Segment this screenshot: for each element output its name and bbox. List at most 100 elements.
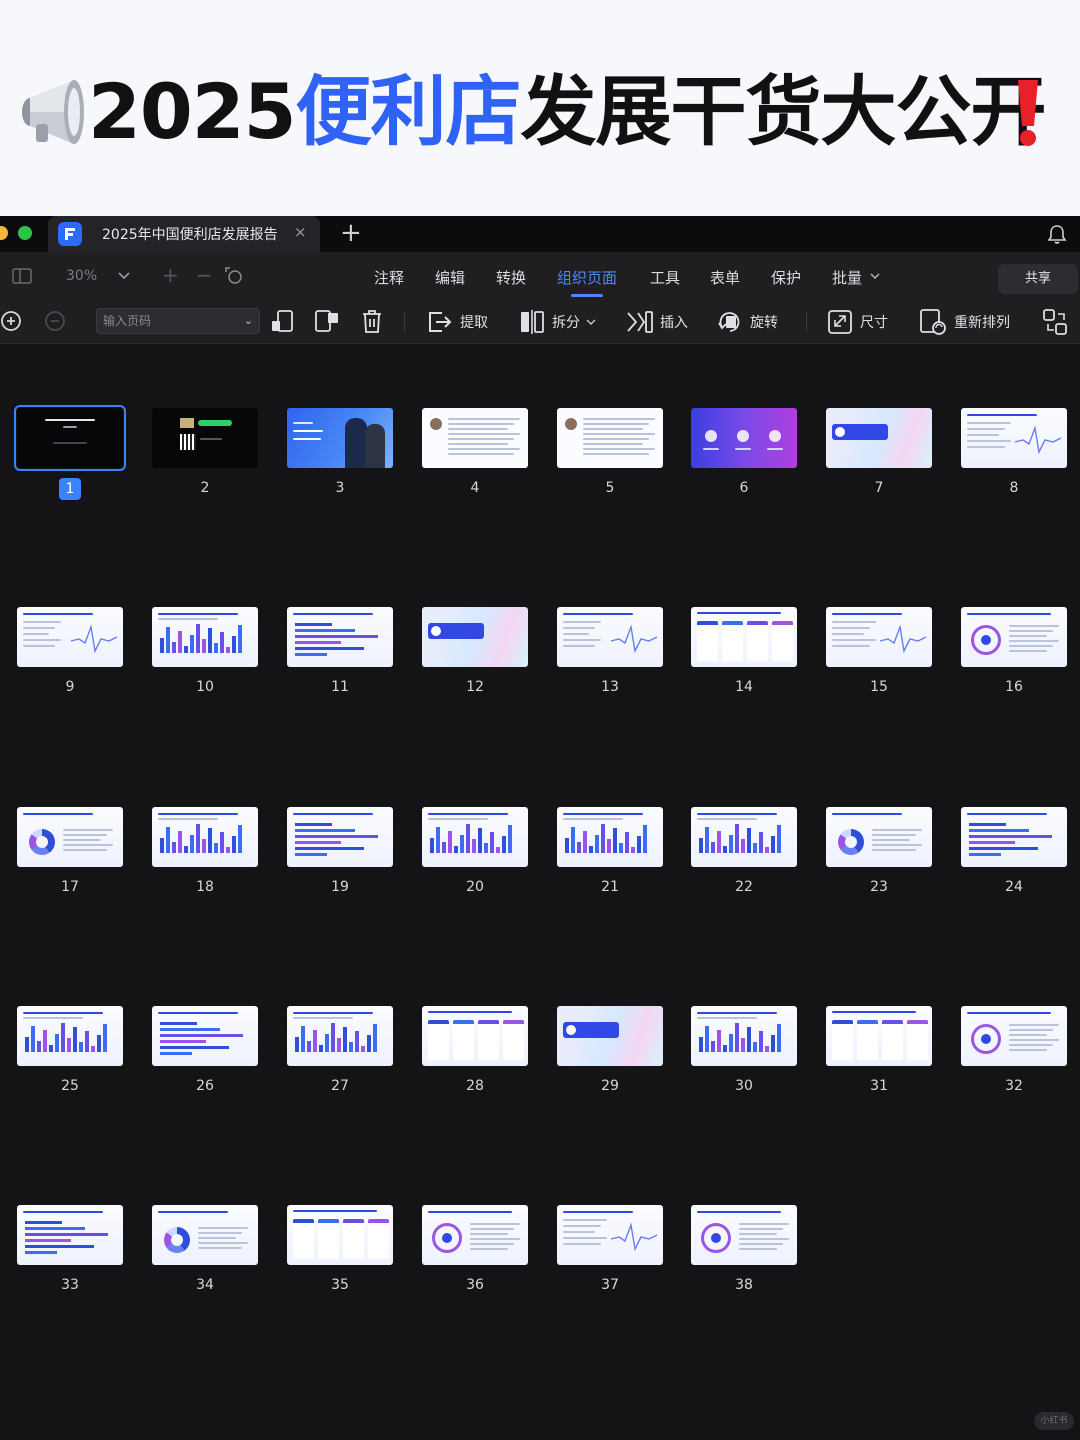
page-preview[interactable] — [152, 807, 258, 867]
reorder-button[interactable]: 重新排列 — [918, 308, 1010, 336]
page-thumbnail[interactable]: 38 — [691, 1205, 797, 1293]
page-preview[interactable] — [961, 807, 1067, 867]
page-preview[interactable] — [557, 1006, 663, 1066]
delete-icon[interactable] — [360, 309, 384, 335]
zoom-out-small-icon[interactable]: − — [196, 263, 213, 287]
page-thumbnail[interactable]: 19 — [287, 807, 393, 895]
page-thumbnail[interactable]: 34 — [152, 1205, 258, 1293]
page-thumbnail[interactable]: 5 — [557, 408, 663, 496]
page-thumbnail[interactable]: 13 — [557, 607, 663, 695]
page-preview[interactable] — [826, 807, 932, 867]
page-thumbnail[interactable]: 27 — [287, 1006, 393, 1094]
fit-page-icon[interactable] — [224, 266, 244, 286]
page-thumbnail[interactable]: 11 — [287, 607, 393, 695]
page-thumbnail[interactable]: 6 — [691, 408, 797, 496]
page-thumbnail[interactable]: 29 — [557, 1006, 663, 1094]
page-preview[interactable] — [152, 607, 258, 667]
page-preview[interactable] — [287, 1205, 393, 1265]
insert-before-icon[interactable] — [270, 309, 294, 335]
page-preview[interactable] — [826, 1006, 932, 1066]
page-preview[interactable] — [14, 405, 126, 471]
page-preview[interactable] — [287, 408, 393, 468]
page-preview[interactable] — [422, 408, 528, 468]
page-thumbnail[interactable]: 24 — [961, 807, 1067, 895]
page-thumbnail[interactable]: 10 — [152, 607, 258, 695]
page-thumbnail[interactable]: 9 — [17, 607, 123, 695]
insert-button[interactable]: 插入 — [626, 308, 688, 336]
page-thumbnail[interactable]: 30 — [691, 1006, 797, 1094]
page-thumbnail[interactable]: 12 — [422, 607, 528, 695]
page-thumbnail[interactable]: 7 — [826, 408, 932, 496]
zoom-dropdown-icon[interactable] — [118, 272, 130, 280]
page-preview[interactable] — [691, 1205, 797, 1265]
menu-batch[interactable]: 批量 — [832, 267, 862, 288]
page-preview[interactable] — [17, 607, 123, 667]
bell-icon[interactable] — [1046, 223, 1068, 245]
page-preview[interactable] — [557, 408, 663, 468]
insert-after-icon[interactable] — [314, 309, 340, 335]
zoom-in-icon[interactable] — [0, 310, 24, 334]
page-thumbnail[interactable]: 16 — [961, 607, 1067, 695]
page-preview[interactable] — [691, 607, 797, 667]
zoom-level[interactable]: 30% — [66, 268, 97, 284]
replace-icon[interactable] — [1042, 308, 1070, 336]
page-thumbnail[interactable]: 37 — [557, 1205, 663, 1293]
page-preview[interactable] — [826, 607, 932, 667]
sidebar-toggle-icon[interactable] — [12, 268, 32, 284]
menu-convert[interactable]: 转换 — [496, 267, 526, 288]
page-preview[interactable] — [17, 1205, 123, 1265]
page-thumbnail[interactable]: 4 — [422, 408, 528, 496]
page-thumbnail[interactable]: 18 — [152, 807, 258, 895]
extract-button[interactable]: 提取 — [426, 308, 488, 336]
page-preview[interactable] — [287, 807, 393, 867]
new-tab-button[interactable]: + — [340, 218, 362, 248]
page-thumbnail[interactable]: 2 — [152, 408, 258, 496]
page-preview[interactable] — [17, 807, 123, 867]
page-preview[interactable] — [826, 408, 932, 468]
page-preview[interactable] — [287, 607, 393, 667]
menu-organize-pages[interactable]: 组织页面 — [557, 267, 617, 297]
document-tab[interactable]: 2025年中国便利店发展报告 × — [48, 216, 320, 252]
page-thumbnail[interactable]: 23 — [826, 807, 932, 895]
page-preview[interactable] — [152, 1006, 258, 1066]
page-preview[interactable] — [422, 1006, 528, 1066]
page-preview[interactable] — [557, 807, 663, 867]
size-button[interactable]: 尺寸 — [826, 308, 888, 336]
page-thumbnail[interactable]: 35 — [287, 1205, 393, 1293]
zoom-out-icon[interactable] — [44, 310, 68, 334]
page-preview[interactable] — [422, 607, 528, 667]
menu-protect[interactable]: 保护 — [771, 267, 801, 288]
maximize-button[interactable] — [18, 226, 32, 240]
page-thumbnail[interactable]: 28 — [422, 1006, 528, 1094]
page-thumbnail[interactable]: 26 — [152, 1006, 258, 1094]
page-thumbnail[interactable]: 32 — [961, 1006, 1067, 1094]
menu-edit[interactable]: 编辑 — [435, 267, 465, 288]
menu-annotate[interactable]: 注释 — [374, 267, 404, 288]
page-preview[interactable] — [422, 1205, 528, 1265]
page-preview[interactable] — [961, 607, 1067, 667]
page-preview[interactable] — [557, 607, 663, 667]
minimize-button[interactable] — [0, 226, 8, 240]
page-preview[interactable] — [287, 1006, 393, 1066]
menu-tools[interactable]: 工具 — [650, 267, 680, 288]
page-thumbnail[interactable]: 3 — [287, 408, 393, 496]
page-thumbnail[interactable]: 14 — [691, 607, 797, 695]
share-button[interactable]: 共享 — [998, 264, 1078, 294]
page-preview[interactable] — [557, 1205, 663, 1265]
zoom-in-small-icon[interactable]: + — [162, 263, 179, 287]
page-preview[interactable] — [152, 1205, 258, 1265]
page-preview[interactable] — [152, 408, 258, 468]
page-preview[interactable] — [961, 1006, 1067, 1066]
page-input-chevron-icon[interactable]: ⌄ — [244, 309, 253, 333]
tab-close-icon[interactable]: × — [294, 223, 307, 241]
page-preview[interactable] — [691, 807, 797, 867]
page-thumbnail[interactable]: 17 — [17, 807, 123, 895]
page-thumbnail[interactable]: 15 — [826, 607, 932, 695]
page-thumbnail[interactable]: 31 — [826, 1006, 932, 1094]
page-thumbnail[interactable]: 25 — [17, 1006, 123, 1094]
page-thumbnail[interactable]: 1 — [14, 405, 126, 500]
page-preview[interactable] — [422, 807, 528, 867]
page-preview[interactable] — [691, 408, 797, 468]
page-preview[interactable] — [691, 1006, 797, 1066]
page-preview[interactable] — [17, 1006, 123, 1066]
